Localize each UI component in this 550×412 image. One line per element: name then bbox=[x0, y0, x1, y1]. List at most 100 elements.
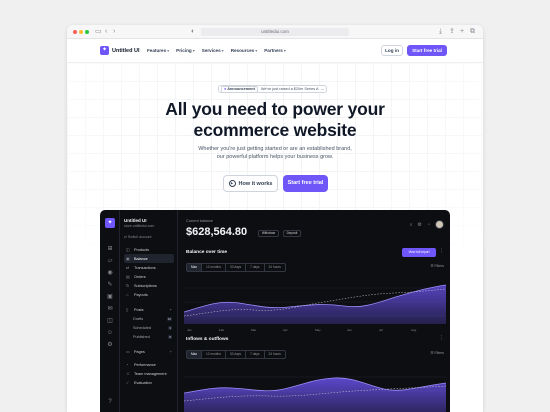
balance-range-tabs: Max 12 months 30 days 7 days 24 hours bbox=[186, 263, 286, 272]
tab-24-hours[interactable]: 24 hours bbox=[265, 351, 285, 358]
deposit-button[interactable]: Deposit bbox=[283, 230, 301, 237]
tab-30-days[interactable]: 30 days bbox=[226, 351, 247, 358]
chevron-down-icon: ▾ bbox=[221, 48, 224, 53]
arrow-right-icon: → bbox=[320, 87, 325, 91]
sidebar-item-products[interactable]: ◫ Products bbox=[124, 245, 174, 254]
org-name: Untitled UI bbox=[124, 218, 147, 223]
site-logo[interactable]: ✦ Untitled UI bbox=[100, 46, 140, 55]
settings-icon[interactable]: ⚙ bbox=[106, 341, 114, 349]
dashboard-preview: ✦ ⊞ ▱ ◉ ✎ ▣ ✉ ◫ ☺ ⚙ ? Untitled UI store.… bbox=[100, 210, 450, 412]
file-icon: ▯ bbox=[126, 307, 129, 312]
icon-rail: ✦ ⊞ ▱ ◉ ✎ ▣ ✉ ◫ ☺ ⚙ ? bbox=[100, 210, 120, 412]
close-window-button[interactable] bbox=[73, 30, 77, 34]
sidebar-item-balance[interactable]: ▣ Balance bbox=[124, 254, 174, 263]
minimize-window-button[interactable] bbox=[79, 30, 83, 34]
view-report-button[interactable]: View full report bbox=[402, 248, 436, 257]
grid-icon[interactable]: ⊞ bbox=[106, 245, 114, 253]
balance-value: $628,564.80 bbox=[186, 226, 248, 238]
address-bar[interactable]: untitledui.com bbox=[201, 28, 349, 36]
share-icon[interactable]: ⇪ bbox=[449, 27, 455, 37]
dashboard-main: Current balance $628,564.80 Withdraw Dep… bbox=[178, 210, 450, 412]
sidebar-item-evaluation[interactable]: ✓ Evaluation bbox=[124, 378, 174, 387]
tab-24-hours[interactable]: 24 hours bbox=[265, 264, 285, 271]
count-badge: 8 bbox=[168, 334, 172, 339]
nav-resources[interactable]: Resources▾ bbox=[231, 48, 258, 53]
tab-30-days[interactable]: 30 days bbox=[226, 264, 247, 271]
sidebar-item-posts[interactable]: ▯ Posts + bbox=[124, 305, 174, 314]
tab-12-months[interactable]: 12 months bbox=[202, 351, 226, 358]
sidebar-item-transactions[interactable]: ⇄ Transactions bbox=[124, 263, 174, 272]
maximize-window-button[interactable] bbox=[85, 30, 89, 34]
nav-services[interactable]: Services▾ bbox=[202, 48, 224, 53]
inflows-range-tabs: Max 12 months 30 days 7 days 24 hours bbox=[186, 350, 286, 359]
eye-icon[interactable]: ◉ bbox=[106, 269, 114, 277]
tab-12-months[interactable]: 12 months bbox=[202, 264, 226, 271]
org-switcher[interactable]: Untitled UI store.untitledui.com bbox=[124, 218, 154, 228]
pen-icon[interactable]: ✎ bbox=[106, 281, 114, 289]
filters-button[interactable]: ☰ Filters bbox=[430, 264, 444, 268]
app-logo-icon[interactable]: ✦ bbox=[105, 218, 115, 228]
sidebar-item-team[interactable]: ☺ Team management bbox=[124, 369, 174, 378]
filters-button[interactable]: ☰ Filters bbox=[430, 351, 444, 355]
box-icon[interactable]: ◫ bbox=[106, 317, 114, 325]
nav-partners[interactable]: Partners▾ bbox=[264, 48, 286, 53]
play-circle-icon: ▶ bbox=[228, 180, 236, 187]
chevron-down-icon: ▾ bbox=[192, 48, 195, 53]
sidebar-item-performance[interactable]: ◔ Performance bbox=[124, 360, 174, 369]
logo-text: Untitled UI bbox=[112, 47, 140, 54]
bell-icon[interactable]: ◔ bbox=[427, 222, 430, 228]
tab-max[interactable]: Max bbox=[187, 264, 203, 271]
sidebar-item-subscriptions[interactable]: ↻ Subscriptions bbox=[124, 281, 174, 290]
tab-7-days[interactable]: 7 days bbox=[246, 264, 265, 271]
wallet-icon[interactable]: ▣ bbox=[106, 293, 114, 301]
tab-max[interactable]: Max bbox=[187, 351, 203, 358]
chevron-right-icon[interactable]: › bbox=[113, 27, 115, 37]
count-badge: 3 bbox=[168, 325, 172, 330]
start-trial-nav-button[interactable]: Start free trial bbox=[407, 45, 447, 56]
users-icon[interactable]: ☺ bbox=[106, 329, 114, 337]
headline-line-1: All you need to power your bbox=[165, 99, 385, 119]
login-button[interactable]: Log in bbox=[381, 45, 403, 56]
chevron-down-icon: ▾ bbox=[283, 48, 286, 53]
plus-icon[interactable]: + bbox=[170, 308, 172, 312]
download-icon[interactable]: ⤓ bbox=[439, 27, 442, 37]
more-vertical-icon[interactable]: ⋮ bbox=[439, 248, 444, 254]
plus-icon[interactable]: + bbox=[170, 350, 172, 354]
x-label: Mar bbox=[251, 328, 257, 332]
folder-icon[interactable]: ▱ bbox=[106, 257, 114, 265]
switch-account-link[interactable]: ⇄ Switch account bbox=[124, 235, 151, 239]
x-label: Jul bbox=[379, 328, 383, 332]
x-label: Jun bbox=[347, 328, 352, 332]
sidebar-item-scheduled[interactable]: Scheduled 3 bbox=[124, 323, 174, 332]
start-trial-hero-button[interactable]: Start free trial bbox=[283, 175, 328, 192]
main-nav: Features▾ Pricing▾ Services▾ Resources▾ … bbox=[147, 48, 286, 53]
more-vertical-icon[interactable]: ⋮ bbox=[439, 335, 444, 341]
how-it-works-button[interactable]: ▶ How it works bbox=[223, 175, 278, 192]
sidebar-item-published[interactable]: Published 8 bbox=[124, 332, 174, 341]
chevron-left-icon[interactable]: ‹ bbox=[105, 27, 107, 37]
sidebar-item-drafts[interactable]: Drafts 10 bbox=[124, 314, 174, 323]
announcement-badge[interactable]: ● Announcement We've just raised a $20m … bbox=[218, 85, 328, 93]
sidebar-icon[interactable]: ▭ bbox=[95, 27, 102, 37]
hero-headline: All you need to power your ecommerce web… bbox=[107, 99, 443, 141]
search-icon[interactable]: ⌕ bbox=[410, 222, 413, 228]
org-url: store.untitledui.com bbox=[124, 224, 155, 228]
sidebar-item-pages[interactable]: ▭ Pages + bbox=[124, 347, 174, 356]
help-icon[interactable]: ? bbox=[106, 398, 114, 406]
sidebar-item-payouts[interactable]: ⌂ Payouts bbox=[124, 290, 174, 299]
inflows-area bbox=[184, 377, 446, 412]
plus-icon[interactable]: + bbox=[460, 27, 464, 37]
tabs-icon[interactable]: ⧉ bbox=[470, 27, 475, 37]
avatar[interactable] bbox=[435, 220, 444, 229]
subtext-line-1: Whether you're just getting started or a… bbox=[198, 146, 352, 152]
nav-features[interactable]: Features▾ bbox=[147, 48, 169, 53]
how-it-works-label: How it works bbox=[238, 180, 273, 187]
withdraw-button[interactable]: Withdraw bbox=[258, 230, 279, 237]
tab-7-days[interactable]: 7 days bbox=[246, 351, 265, 358]
sidebar-item-orders[interactable]: ▤ Orders bbox=[124, 272, 174, 281]
nav-pricing[interactable]: Pricing▾ bbox=[176, 48, 195, 53]
mail-icon[interactable]: ✉ bbox=[106, 305, 114, 313]
chevron-down-icon: ▾ bbox=[167, 48, 170, 53]
gear-icon[interactable]: ⚙ bbox=[417, 222, 421, 228]
x-label: Apr bbox=[283, 328, 288, 332]
